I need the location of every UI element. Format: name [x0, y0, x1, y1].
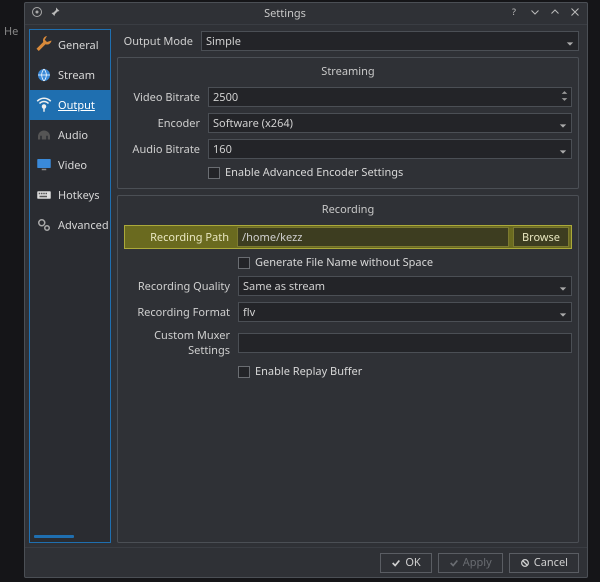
no-space-row: Generate File Name without Space: [238, 255, 572, 270]
help-icon[interactable]: ?: [509, 6, 521, 22]
sidebar-item-advanced[interactable]: Advanced: [30, 210, 110, 240]
streaming-title: Streaming: [124, 64, 572, 79]
titlebar: Settings ?: [25, 3, 587, 25]
video-bitrate-value: 2500: [213, 90, 238, 105]
recording-quality-row: Recording Quality Same as stream: [124, 276, 572, 296]
apply-label: Apply: [463, 555, 492, 570]
sidebar-item-label: Advanced: [58, 218, 109, 233]
sidebar-item-output[interactable]: Output: [30, 90, 110, 120]
muxer-label: Custom Muxer Settings: [124, 328, 234, 358]
headphones-icon: [34, 125, 54, 145]
recording-group: Recording Recording Path /home/kezz Brow…: [117, 195, 579, 543]
check-icon: [449, 558, 459, 568]
chevron-down-icon: [559, 119, 567, 127]
output-mode-row: Output Mode Simple: [117, 31, 579, 51]
chevron-down-icon: [559, 282, 567, 290]
sidebar-item-label: Audio: [58, 128, 88, 143]
recording-format-select[interactable]: flv: [238, 302, 572, 322]
no-space-label: Generate File Name without Space: [255, 255, 433, 270]
globe-icon: [34, 65, 54, 85]
encoder-row: Encoder Software (x264): [124, 113, 572, 133]
recording-path-value: /home/kezz: [242, 230, 302, 245]
output-mode-select[interactable]: Simple: [201, 31, 579, 51]
main-panel: Output Mode Simple Streaming Video Bitra…: [113, 25, 587, 547]
sidebar-item-label: Video: [58, 158, 87, 173]
chevron-down-icon: [559, 145, 567, 153]
audio-bitrate-row: Audio Bitrate 160: [124, 139, 572, 159]
wrench-icon: [34, 35, 54, 55]
video-bitrate-row: Video Bitrate 2500: [124, 87, 572, 107]
recording-format-row: Recording Format flv: [124, 302, 572, 322]
broadcast-icon: [34, 95, 54, 115]
replay-label: Enable Replay Buffer: [255, 364, 362, 379]
spinner-icon[interactable]: [561, 89, 568, 103]
video-bitrate-label: Video Bitrate: [124, 90, 204, 105]
dialog-footer: OK Apply Cancel: [25, 547, 587, 577]
browse-button[interactable]: Browse: [513, 227, 569, 247]
audio-bitrate-value: 160: [213, 142, 232, 157]
app-icon: [31, 6, 43, 22]
replay-checkbox[interactable]: [238, 366, 250, 378]
ok-button[interactable]: OK: [380, 553, 431, 573]
cancel-label: Cancel: [534, 555, 568, 570]
encoder-label: Encoder: [124, 116, 204, 131]
monitor-icon: [34, 155, 54, 175]
chevron-down-icon: [566, 37, 574, 45]
sidebar-scrollbar[interactable]: [34, 535, 74, 538]
sidebar: General Stream Output Audio Video Hotkey…: [29, 29, 111, 543]
sidebar-item-stream[interactable]: Stream: [30, 60, 110, 90]
no-space-checkbox[interactable]: [238, 257, 250, 269]
recording-quality-value: Same as stream: [243, 279, 325, 294]
settings-window: Settings ? General Stream Output: [24, 2, 588, 578]
chevron-down-icon: [559, 308, 567, 316]
apply-button[interactable]: Apply: [438, 553, 503, 573]
cancel-icon: [520, 558, 530, 568]
muxer-input[interactable]: [238, 333, 572, 353]
close-icon[interactable]: [569, 6, 581, 22]
gears-icon: [34, 215, 54, 235]
streaming-group: Streaming Video Bitrate 2500 Encoder S: [117, 57, 579, 189]
browse-label: Browse: [522, 230, 560, 245]
advanced-encoder-row: Enable Advanced Encoder Settings: [208, 165, 572, 180]
window-title: Settings: [61, 6, 509, 21]
recording-format-label: Recording Format: [124, 305, 234, 320]
maximize-icon[interactable]: [549, 6, 561, 22]
audio-bitrate-select[interactable]: 160: [208, 139, 572, 159]
advanced-encoder-checkbox[interactable]: [208, 167, 220, 179]
video-bitrate-input[interactable]: 2500: [208, 87, 572, 107]
sidebar-item-label: General: [58, 38, 99, 53]
output-mode-value: Simple: [206, 34, 241, 49]
backdrop-text: He: [4, 24, 18, 39]
audio-bitrate-label: Audio Bitrate: [124, 142, 204, 157]
sidebar-item-general[interactable]: General: [30, 30, 110, 60]
keyboard-icon: [34, 185, 54, 205]
ok-label: OK: [405, 555, 420, 570]
recording-quality-select[interactable]: Same as stream: [238, 276, 572, 296]
recording-format-value: flv: [243, 305, 255, 320]
sidebar-item-label: Hotkeys: [58, 188, 100, 203]
recording-path-label: Recording Path: [127, 230, 233, 245]
sidebar-item-hotkeys[interactable]: Hotkeys: [30, 180, 110, 210]
muxer-row: Custom Muxer Settings: [124, 328, 572, 358]
sidebar-item-audio[interactable]: Audio: [30, 120, 110, 150]
cancel-button[interactable]: Cancel: [509, 553, 579, 573]
recording-path-input[interactable]: /home/kezz: [237, 227, 509, 247]
recording-quality-label: Recording Quality: [124, 279, 234, 294]
sidebar-item-video[interactable]: Video: [30, 150, 110, 180]
svg-text:?: ?: [512, 6, 516, 18]
recording-path-row: Recording Path /home/kezz Browse: [124, 225, 572, 249]
minimize-icon[interactable]: [529, 6, 541, 22]
recording-title: Recording: [124, 202, 572, 217]
sidebar-item-label: Output: [58, 98, 95, 113]
encoder-select[interactable]: Software (x264): [208, 113, 572, 133]
check-icon: [391, 558, 401, 568]
output-mode-label: Output Mode: [117, 34, 197, 49]
sidebar-item-label: Stream: [58, 68, 95, 83]
advanced-encoder-label: Enable Advanced Encoder Settings: [225, 165, 403, 180]
encoder-value: Software (x264): [213, 116, 293, 131]
pin-icon[interactable]: [49, 6, 61, 22]
replay-row: Enable Replay Buffer: [238, 364, 572, 379]
